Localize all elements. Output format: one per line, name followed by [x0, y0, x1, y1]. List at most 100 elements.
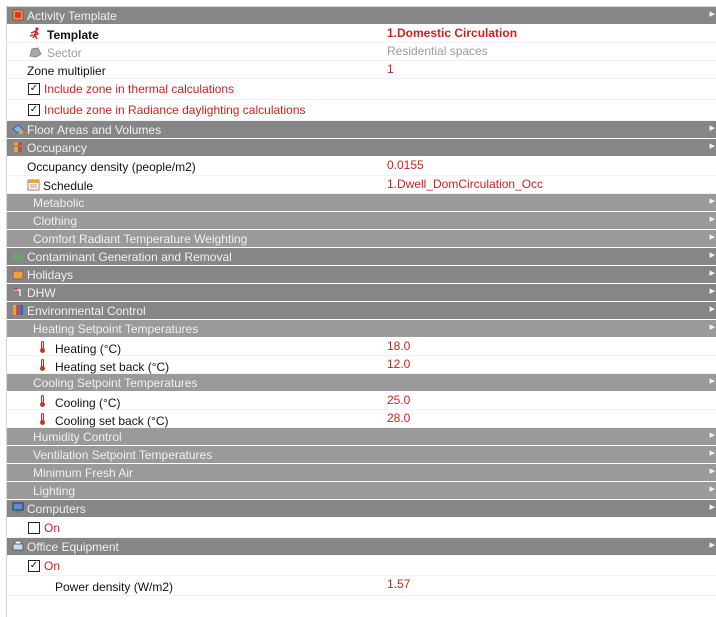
section-label: Occupancy [27, 141, 88, 155]
thermometer-icon [40, 413, 45, 425]
section-occupancy[interactable]: Occupancy ▸ [7, 139, 716, 157]
section-humidity-control[interactable]: Humidity Control ▸ [7, 428, 716, 446]
office-on-row[interactable]: ✓ On [7, 556, 716, 576]
cooling-input[interactable]: 25.0 [383, 392, 716, 409]
template-label: Template [47, 28, 99, 42]
computer-icon [12, 502, 24, 513]
section-contaminant[interactable]: Contaminant Generation and Removal ▸ [7, 248, 716, 266]
cooling-setback-input[interactable]: 28.0 [383, 410, 716, 427]
section-label: Activity Template [27, 9, 117, 23]
section-comfort-radiant[interactable]: Comfort Radiant Temperature Weighting ▸ [7, 230, 716, 248]
section-label: Contaminant Generation and Removal [27, 250, 232, 264]
computers-on-row[interactable]: On [7, 518, 716, 538]
section-label: Ventilation Setpoint Temperatures [33, 448, 213, 462]
expand-arrow-icon: ▸ [709, 429, 715, 441]
cooling-setback-row[interactable]: Cooling set back (°C) 28.0 [7, 410, 716, 428]
include-thermal-row[interactable]: ✓ Include zone in thermal calculations [7, 79, 716, 100]
section-lighting[interactable]: Lighting ▸ [7, 482, 716, 500]
calendar-icon [27, 179, 40, 191]
section-label: Floor Areas and Volumes [27, 123, 162, 137]
include-radiance-row[interactable]: ✓ Include zone in Radiance daylighting c… [7, 100, 716, 121]
sector-label: Sector [47, 46, 82, 60]
activity-panel: Activity Template ▸ Template 1.Domestic … [6, 6, 716, 617]
section-label: Office Equipment [27, 540, 119, 554]
heating-setback-label: Heating set back (°C) [55, 360, 170, 374]
expand-arrow-icon: ▸ [709, 249, 715, 261]
section-office-equipment[interactable]: Office Equipment ▸ [7, 538, 716, 556]
occupancy-density-input[interactable]: 0.0155 [383, 157, 716, 174]
expand-arrow-icon: ▸ [709, 285, 715, 297]
expand-arrow-icon: ▸ [709, 447, 715, 459]
include-radiance-label: Include zone in Radiance daylighting cal… [44, 103, 306, 117]
zone-multiplier-label: Zone multiplier [27, 64, 106, 78]
cooling-setback-label: Cooling set back (°C) [55, 414, 169, 428]
heating-setback-row[interactable]: Heating set back (°C) 12.0 [7, 356, 716, 374]
schedule-value[interactable]: 1.Dwell_DomCirculation_Occ [383, 176, 716, 193]
section-ventilation-setpoints[interactable]: Ventilation Setpoint Temperatures ▸ [7, 446, 716, 464]
expand-arrow-icon: ▸ [709, 483, 715, 495]
occupancy-density-label: Occupancy density (people/m2) [27, 160, 196, 174]
include-radiance-checkbox[interactable]: ✓ [28, 104, 40, 116]
activity-template-icon [12, 9, 24, 21]
include-thermal-checkbox[interactable]: ✓ [28, 83, 40, 95]
holidays-icon [12, 269, 24, 280]
schedule-row[interactable]: Schedule 1.Dwell_DomCirculation_Occ [7, 176, 716, 194]
expand-arrow-icon: ▸ [709, 539, 715, 551]
expand-arrow-icon: ▸ [709, 213, 715, 225]
sector-row[interactable]: Sector Residential spaces [7, 43, 716, 61]
power-density-input[interactable]: 1.57 [383, 576, 716, 593]
zone-multiplier-input[interactable]: 1 [383, 61, 716, 78]
thermometer-icon [40, 341, 45, 353]
expand-arrow-icon: ▸ [709, 8, 715, 20]
heating-row[interactable]: Heating (°C) 18.0 [7, 338, 716, 356]
section-label: Cooling Setpoint Temperatures [33, 376, 198, 390]
occupancy-density-row[interactable]: Occupancy density (people/m2) 0.0155 [7, 157, 716, 176]
heating-setback-input[interactable]: 12.0 [383, 356, 716, 373]
power-density-row[interactable]: Power density (W/m2) 1.57 [7, 576, 716, 596]
expand-arrow-icon: ▸ [709, 321, 715, 333]
computers-on-checkbox[interactable] [28, 522, 40, 534]
section-floor-areas[interactable]: Floor Areas and Volumes ▸ [7, 121, 716, 139]
expand-arrow-icon: ▸ [709, 195, 715, 207]
template-value[interactable]: 1.Domestic Circulation [383, 25, 716, 42]
section-label: Holidays [27, 268, 74, 282]
section-label: Metabolic [33, 196, 85, 210]
section-label: Minimum Fresh Air [33, 466, 134, 480]
section-computers[interactable]: Computers ▸ [7, 500, 716, 518]
section-label: Clothing [33, 214, 78, 228]
expand-arrow-icon: ▸ [709, 501, 715, 513]
section-activity-template[interactable]: Activity Template ▸ [7, 7, 716, 25]
template-runner-icon [29, 27, 40, 40]
section-label: Humidity Control [33, 430, 122, 444]
section-minimum-fresh-air[interactable]: Minimum Fresh Air ▸ [7, 464, 716, 482]
section-cooling-setpoints[interactable]: Cooling Setpoint Temperatures ▸ [7, 374, 716, 392]
expand-arrow-icon: ▸ [709, 231, 715, 243]
thermometer-icon [40, 395, 45, 407]
expand-arrow-icon: ▸ [709, 375, 715, 387]
section-holidays[interactable]: Holidays ▸ [7, 266, 716, 284]
section-label: Environmental Control [27, 304, 146, 318]
office-on-label: On [44, 559, 61, 573]
section-heating-setpoints[interactable]: Heating Setpoint Temperatures ▸ [7, 320, 716, 338]
section-label: DHW [27, 286, 56, 300]
office-equipment-icon [12, 540, 24, 551]
expand-arrow-icon: ▸ [709, 122, 715, 134]
template-row[interactable]: Template 1.Domestic Circulation [7, 25, 716, 43]
dhw-tap-icon [14, 287, 21, 296]
section-label: Comfort Radiant Temperature Weighting [33, 232, 248, 246]
schedule-label: Schedule [43, 179, 94, 193]
expand-arrow-icon: ▸ [709, 465, 715, 477]
sector-icon [29, 47, 42, 58]
zone-multiplier-row[interactable]: Zone multiplier 1 [7, 61, 716, 79]
section-environmental-control[interactable]: Environmental Control ▸ [7, 302, 716, 320]
heating-input[interactable]: 18.0 [383, 338, 716, 355]
section-label: Heating Setpoint Temperatures [33, 322, 199, 336]
expand-arrow-icon: ▸ [709, 267, 715, 279]
section-metabolic[interactable]: Metabolic ▸ [7, 194, 716, 212]
office-on-checkbox[interactable]: ✓ [28, 560, 40, 572]
cooling-row[interactable]: Cooling (°C) 25.0 [7, 392, 716, 410]
floor-areas-icon [12, 124, 24, 134]
environmental-control-icon [13, 305, 23, 315]
section-dhw[interactable]: DHW ▸ [7, 284, 716, 302]
section-clothing[interactable]: Clothing ▸ [7, 212, 716, 230]
